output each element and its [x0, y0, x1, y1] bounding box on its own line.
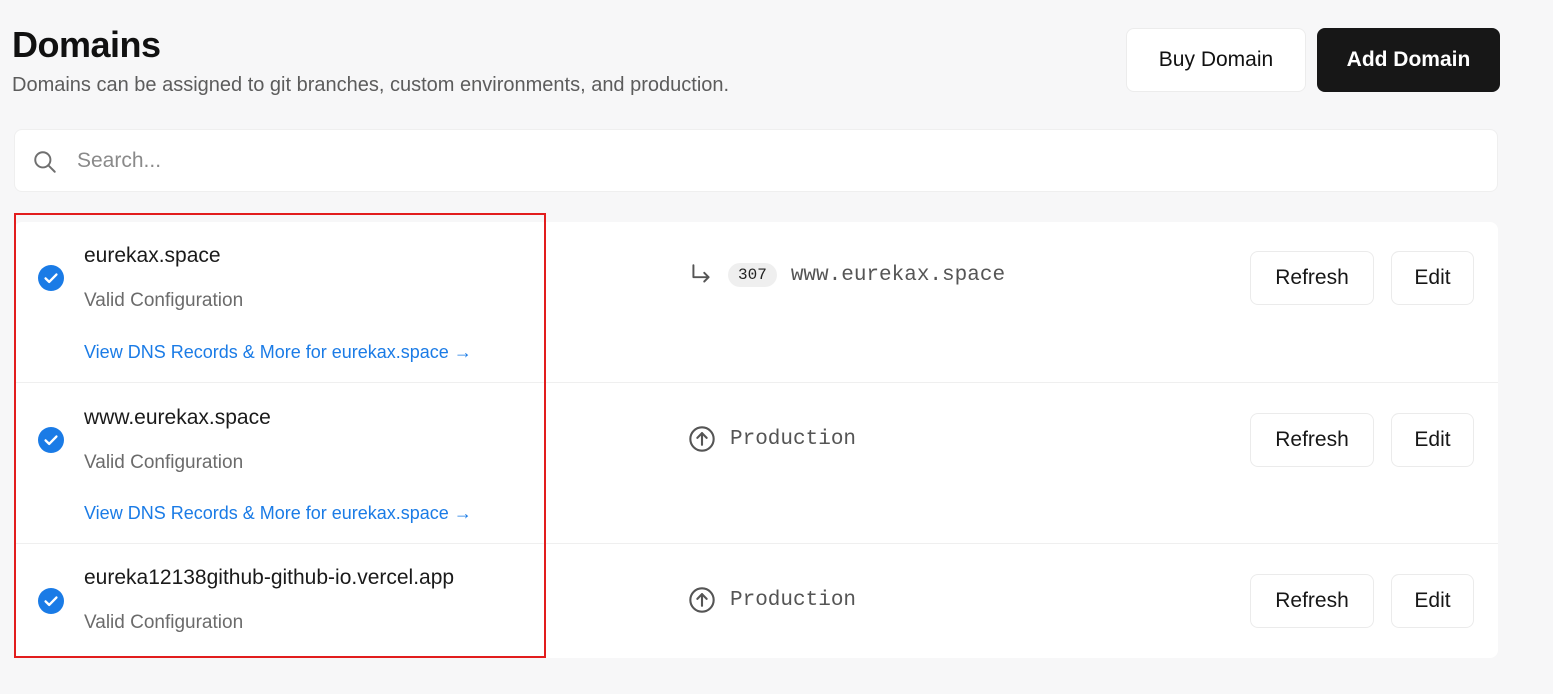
arrow-up-circle-icon — [689, 426, 715, 452]
domain-status: Valid Configuration — [84, 290, 244, 311]
deployment-target: Production — [688, 425, 856, 453]
domain-status: Valid Configuration — [84, 452, 244, 473]
refresh-button[interactable]: Refresh — [1250, 251, 1374, 305]
arrow-up-circle-icon — [689, 587, 715, 613]
search-icon — [34, 151, 56, 173]
redirect-code-badge: 307 — [728, 263, 777, 287]
search-input[interactable] — [77, 144, 1477, 178]
edit-button[interactable]: Edit — [1391, 574, 1474, 628]
redirect-target-domain: www.eurekax.space — [790, 263, 1006, 287]
buy-domain-button[interactable]: Buy Domain — [1126, 28, 1306, 92]
deployment-target: Production — [688, 586, 856, 614]
refresh-button[interactable]: Refresh — [1250, 574, 1374, 628]
edit-button[interactable]: Edit — [1391, 413, 1474, 467]
check-circle-icon — [38, 588, 64, 614]
refresh-button[interactable]: Refresh — [1250, 413, 1374, 467]
target-environment: Production — [730, 427, 857, 451]
view-dns-records-link[interactable]: View DNS Records & More for eurekax.spac… — [84, 342, 472, 363]
domain-status: Valid Configuration — [84, 612, 244, 633]
page-subtitle: Domains can be assigned to git branches,… — [12, 74, 730, 96]
domain-row: www.eurekax.space Valid Configuration Vi… — [14, 382, 1498, 543]
domain-name[interactable]: www.eurekax.space — [84, 406, 271, 430]
target-environment: Production — [730, 588, 857, 612]
check-circle-icon — [38, 427, 64, 453]
page-title: Domains — [12, 24, 161, 65]
search-bar — [14, 129, 1498, 192]
domains-page: Domains Domains can be assigned to git b… — [0, 0, 1553, 694]
add-domain-button[interactable]: Add Domain — [1317, 28, 1500, 92]
domain-row: eurekax.space Valid Configuration View D… — [14, 222, 1498, 382]
redirect-target: 307 www.eurekax.space — [688, 262, 1005, 288]
edit-button[interactable]: Edit — [1391, 251, 1474, 305]
view-dns-records-link[interactable]: View DNS Records & More for eurekax.spac… — [84, 503, 472, 524]
redirect-arrow-icon — [692, 264, 710, 283]
check-circle-icon — [38, 265, 64, 291]
domain-row: eureka12138github-github-io.vercel.app V… — [14, 543, 1498, 658]
domain-name[interactable]: eurekax.space — [84, 244, 221, 268]
domain-list: eurekax.space Valid Configuration View D… — [14, 222, 1498, 658]
domain-name[interactable]: eureka12138github-github-io.vercel.app — [84, 566, 454, 590]
